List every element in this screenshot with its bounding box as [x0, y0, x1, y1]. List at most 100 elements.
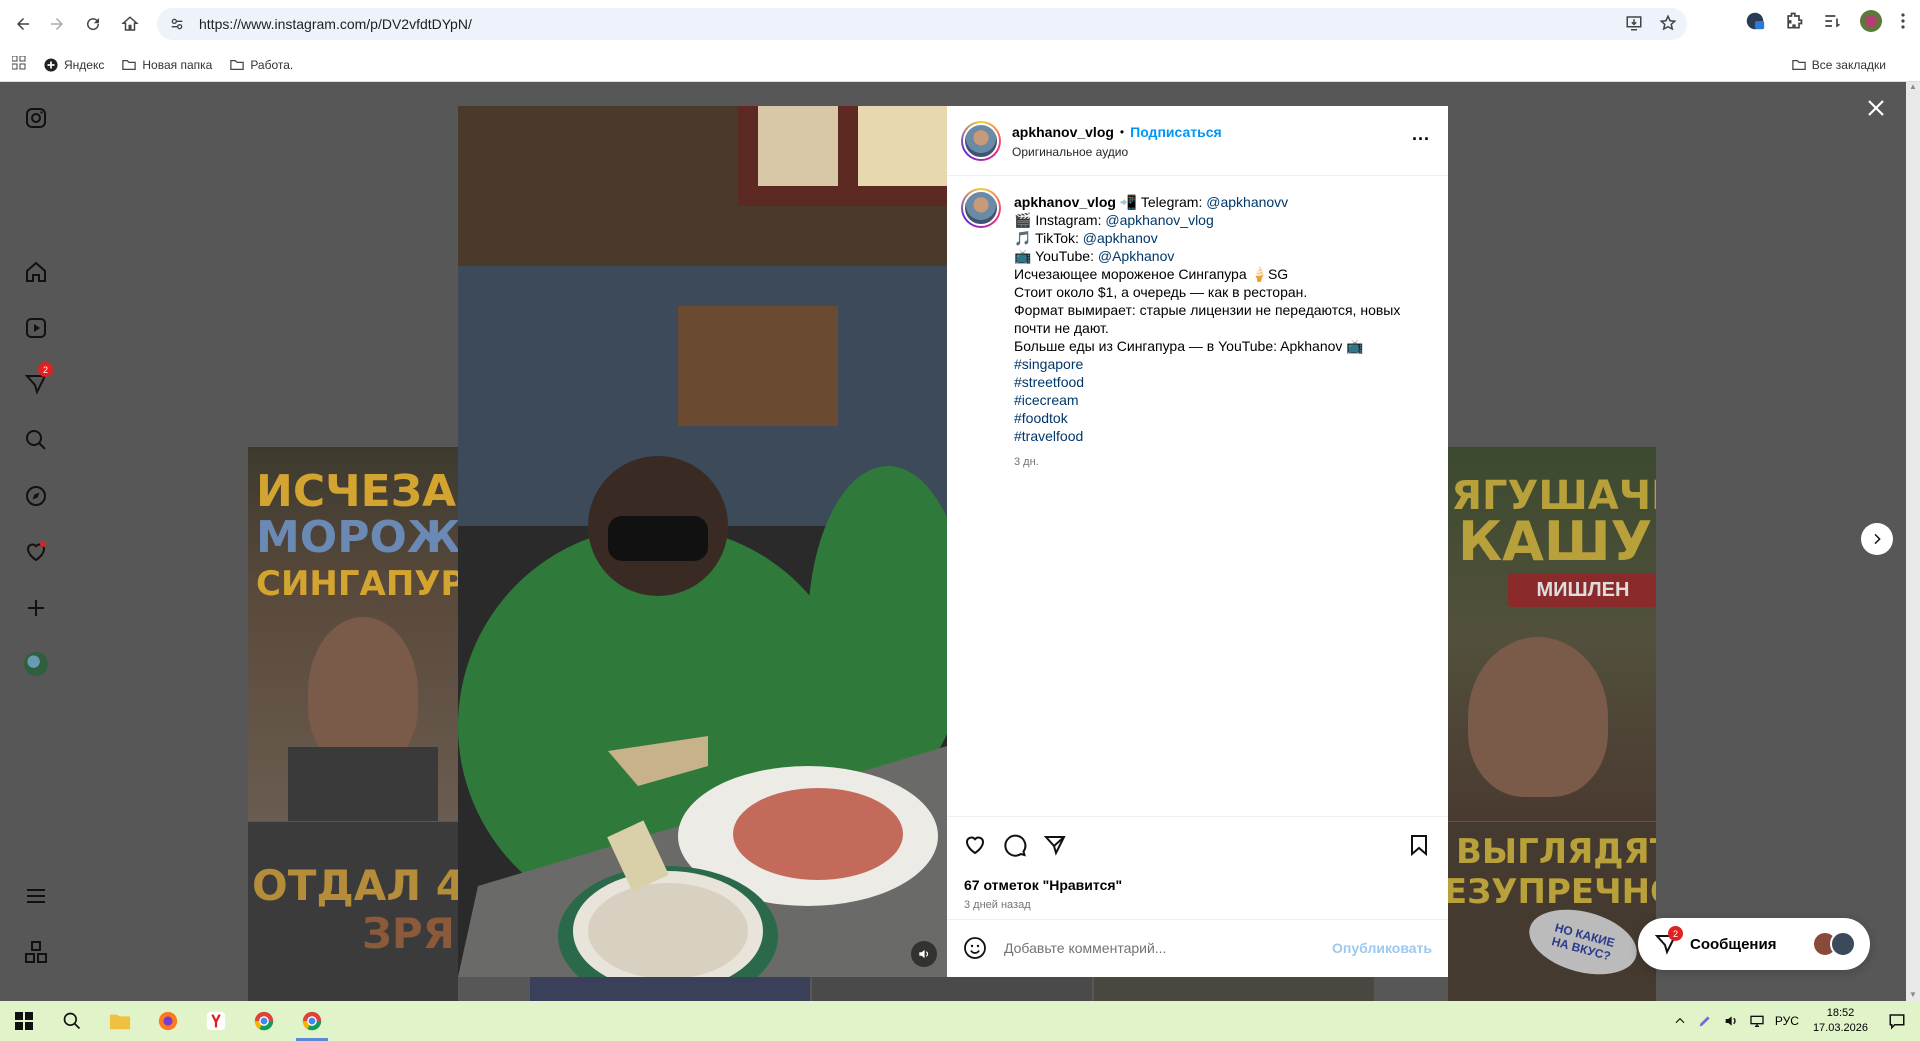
author-avatar[interactable] [961, 121, 1001, 161]
caption-avatar[interactable] [961, 188, 1001, 228]
next-post-button[interactable] [1861, 523, 1893, 555]
url-text: https://www.instagram.com/p/DV2vfdtDYpN/ [199, 16, 472, 32]
create-plus-icon[interactable] [22, 594, 50, 622]
network-icon[interactable] [1749, 1013, 1765, 1029]
all-bookmarks[interactable]: Все закладки [1792, 58, 1886, 72]
yandex-icon [206, 1011, 226, 1031]
heart-icon [965, 836, 985, 855]
save-button[interactable] [1407, 833, 1433, 859]
back-button[interactable] [8, 9, 38, 39]
extensions-icon[interactable] [1784, 11, 1804, 31]
comment-input[interactable]: Добавьте комментарий... [1004, 940, 1166, 956]
video-frame [458, 106, 947, 977]
site-info-icon[interactable] [167, 14, 187, 34]
reload-button[interactable] [78, 9, 108, 39]
author-username[interactable]: apkhanov_vlog [1012, 124, 1114, 140]
apps-grid-icon[interactable] [11, 55, 26, 73]
yandex-browser-button[interactable] [192, 1001, 240, 1041]
pen-icon[interactable] [1697, 1013, 1713, 1029]
messages-label: Сообщения [1690, 935, 1777, 953]
volume-icon[interactable] [1723, 1013, 1739, 1029]
language-indicator[interactable]: РУС [1775, 1014, 1799, 1028]
thumbnail-left-bottom[interactable]: ОТДАЛ 450 ЗРЯ [248, 822, 458, 1001]
follow-button[interactable]: Подписаться [1130, 124, 1222, 140]
emoji-button[interactable] [963, 936, 987, 965]
instagram-logo-icon[interactable] [22, 104, 50, 132]
bookmark-star-icon[interactable] [1659, 14, 1677, 32]
arrow-right-icon [51, 18, 63, 30]
search-icon[interactable] [22, 426, 50, 454]
tiktok-link[interactable]: @apkhanov [1083, 230, 1158, 246]
youtube-link[interactable]: @Apkhanov [1098, 248, 1174, 264]
chrome-icon [302, 1011, 322, 1031]
thumbnail-right-top[interactable]: ЛЯГУШАЧЬЮ КАШУ! МИШЛЕН [1448, 447, 1656, 821]
home-nav-icon[interactable] [22, 258, 50, 286]
home-button[interactable] [115, 9, 145, 39]
post-modal: apkhanov_vlog • Подписаться Оригинальное… [458, 106, 1448, 977]
file-explorer-button[interactable] [96, 1001, 144, 1041]
caption-text: Больше еды из Сингапура — в YouTube: Apk… [1014, 338, 1364, 354]
post-video[interactable] [458, 106, 947, 977]
recent-chat-avatars [1812, 931, 1856, 957]
also-from-meta-icon[interactable] [22, 938, 50, 966]
like-button[interactable] [963, 833, 989, 859]
share-button[interactable] [1043, 833, 1069, 859]
clock-time: 18:52 [1826, 1007, 1855, 1019]
clock[interactable]: 18:52 17.03.2026 [1813, 1006, 1868, 1036]
firefox-button[interactable] [144, 1001, 192, 1041]
telegram-link[interactable]: @apkhanovv [1206, 194, 1288, 210]
publish-button[interactable]: Опубликовать [1332, 940, 1432, 956]
caption-text: Формат вымирает: старые лицензии не пере… [1014, 302, 1401, 318]
close-modal-button[interactable] [1864, 96, 1892, 124]
person-photo [308, 617, 418, 767]
thumbnail-title: ЛЯГУШАЧЬЮ КАШУ! [1448, 473, 1656, 573]
caption-timestamp[interactable]: 3 дн. [1014, 453, 1424, 471]
messenger-icon[interactable]: 2 [22, 362, 53, 398]
instagram-link[interactable]: @apkhanov_vlog [1105, 212, 1213, 228]
chrome-button[interactable] [240, 1001, 288, 1041]
comment-button[interactable] [1003, 833, 1029, 859]
hashtag-link[interactable]: #travelfood [1014, 427, 1424, 445]
bookmark-new-folder[interactable]: Новая папка [122, 58, 212, 72]
bookmark-yandex[interactable]: Яндекс [44, 58, 104, 72]
audio-label[interactable]: Оригинальное аудио [1012, 145, 1128, 159]
tab-search-icon[interactable] [1822, 11, 1842, 31]
address-bar[interactable]: https://www.instagram.com/p/DV2vfdtDYpN/ [157, 8, 1687, 40]
notification-center-icon[interactable] [1888, 1012, 1906, 1030]
chevron-up-icon[interactable] [1673, 1014, 1687, 1028]
profile-avatar[interactable] [1860, 10, 1882, 32]
speaker-icon [919, 949, 929, 959]
start-button[interactable] [0, 1001, 48, 1041]
forward-button[interactable] [42, 9, 72, 39]
taskbar-search-button[interactable] [48, 1001, 96, 1041]
profile-avatar-icon[interactable] [22, 650, 50, 678]
hashtag-link[interactable]: #singapore [1014, 355, 1424, 373]
chrome-active-button[interactable] [288, 1001, 336, 1041]
menu-dots-icon[interactable] [1900, 12, 1906, 30]
translate-extension-icon[interactable] [1744, 10, 1766, 32]
reels-icon[interactable] [22, 314, 50, 342]
thumbnail-left-top[interactable]: ИСЧЕЗАЮЩ МОРОЖЕН СИНГАПУР [248, 447, 458, 821]
firefox-icon [158, 1011, 178, 1031]
audio-toggle-button[interactable] [911, 941, 937, 967]
caption-text: 📺 YouTube: [1014, 248, 1094, 264]
install-app-icon[interactable] [1625, 14, 1643, 32]
michelin-badge: МИШЛЕН [1508, 573, 1656, 607]
more-menu-icon[interactable] [22, 882, 50, 910]
likes-count[interactable]: 67 отметок "Нравится" [964, 877, 1122, 893]
hashtag-link[interactable]: #streetfood [1014, 373, 1424, 391]
folder-icon [230, 59, 245, 70]
hashtag-link[interactable]: #foodtok [1014, 409, 1424, 427]
heart-notifications-icon[interactable] [22, 538, 50, 566]
more-options-button[interactable]: ... [1412, 125, 1430, 143]
hashtag-link[interactable]: #icecream [1014, 391, 1424, 409]
page-scrollbar[interactable]: ▲ ▼ [1906, 82, 1920, 1001]
messages-widget[interactable]: 2 Сообщения [1638, 918, 1870, 970]
thumbnail-right-bottom[interactable]: Я ВЫГЛЯДЯТ БЕЗУПРЕЧНО НО КАКИЕ НА ВКУС? [1448, 822, 1656, 1001]
instagram-page: 2 ИСЧЕЗАЮЩ МОРОЖЕН СИНГАПУР [0, 82, 1920, 1001]
post-age[interactable]: 3 дней назад [964, 899, 1031, 911]
explore-icon[interactable] [22, 482, 50, 510]
caption-username[interactable]: apkhanov_vlog [1014, 194, 1116, 210]
close-icon [1868, 100, 1884, 116]
bookmark-work[interactable]: Работа. [230, 58, 293, 72]
